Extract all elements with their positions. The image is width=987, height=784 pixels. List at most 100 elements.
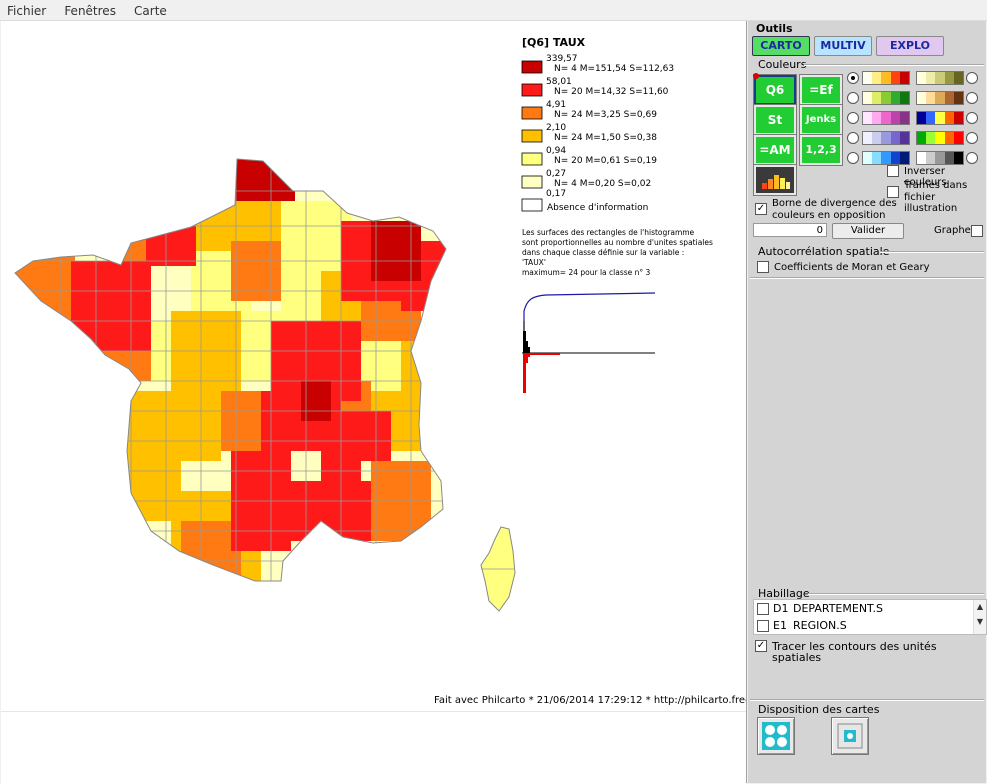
tab-carto[interactable]: CARTO — [752, 36, 810, 56]
scroll-down-icon[interactable]: ▼ — [974, 617, 986, 626]
graphe-checkbox[interactable] — [971, 225, 983, 237]
palette-swatch — [953, 152, 964, 164]
color-palette[interactable] — [862, 71, 910, 85]
palette-swatch — [953, 132, 964, 144]
moran-label: Coefficients de Moran et Geary — [774, 262, 930, 273]
histogram-icon — [762, 175, 790, 189]
contours-checkbox[interactable]: ✓ — [755, 640, 767, 652]
legend-swatch-4 — [521, 129, 543, 143]
palette-swatch — [944, 112, 954, 124]
four-maps-icon — [762, 722, 790, 750]
tools-panel: Outils CARTO MULTIV EXPLO Couleurs Q6 =E… — [748, 21, 987, 783]
method-std-button[interactable]: St — [753, 104, 797, 136]
color-palette[interactable] — [916, 91, 964, 105]
legend-stats-6: N= 4 M=0,20 S=0,02 — [554, 179, 651, 189]
histogram-graph — [522, 292, 656, 393]
palette-radio-5[interactable] — [847, 152, 859, 164]
menu-carte[interactable]: Carte — [127, 1, 173, 18]
color-palette[interactable] — [862, 91, 910, 105]
graphe-label: Graphe — [934, 225, 971, 236]
palette-swatch — [926, 92, 936, 104]
note-line-3: dans chaque classe définie sur la variab… — [522, 248, 684, 257]
note-line-1: Les surfaces des rectangles de l'histogr… — [522, 228, 695, 237]
palette-swatch — [872, 72, 882, 84]
method-manual-button[interactable]: 1,2,3 — [799, 134, 843, 166]
method-jenks-button[interactable]: Jenks — [799, 104, 843, 136]
legend-swatch-3 — [521, 106, 543, 120]
palette-swatch — [926, 112, 936, 124]
color-palette[interactable] — [916, 131, 964, 145]
legend-upper-2: 58,01 — [546, 77, 572, 87]
color-palette[interactable] — [916, 111, 964, 125]
color-palette[interactable] — [916, 71, 964, 85]
legend-swatch-missing — [521, 198, 543, 212]
footer-credit: Fait avec Philcarto * 21/06/2014 17:29:1… — [434, 695, 746, 706]
method-q6-button[interactable]: Q6 — [753, 74, 797, 106]
palette-swatch — [944, 132, 954, 144]
palette-swatch — [953, 112, 964, 124]
histogram-icon-button[interactable] — [753, 164, 797, 196]
palette-swatch — [863, 112, 873, 124]
color-palette[interactable] — [916, 151, 964, 165]
palette-swatch — [872, 132, 882, 144]
menu-fichier[interactable]: Fichier — [0, 1, 52, 18]
legend-upper-6: 0,27 — [546, 169, 566, 179]
layer-list-scrollbar[interactable]: ▲ ▼ — [973, 600, 986, 634]
menu-fenetres[interactable]: Fenêtres — [57, 1, 122, 18]
method-equal-freq-button[interactable]: =Ef — [799, 74, 843, 106]
contours-label: Tracer les contours des unités spatiales — [772, 640, 937, 664]
legend-upper-1: 339,57 — [546, 54, 578, 64]
borne-value-input[interactable]: 0 — [753, 223, 827, 237]
palette-radio-6[interactable] — [966, 72, 978, 84]
legend-upper-5: 0,94 — [546, 146, 566, 156]
autocorr-title: Autocorrélation spatiale — [758, 245, 890, 258]
layout-single-map-button[interactable] — [831, 717, 869, 755]
legend-stats-2: N= 20 M=14,32 S=11,60 — [554, 87, 669, 97]
palette-radio-2[interactable] — [847, 92, 859, 104]
valider-button[interactable]: Valider — [832, 223, 904, 239]
palette-swatch — [935, 152, 945, 164]
trames-checkbox[interactable] — [887, 186, 899, 198]
note-line-2: sont proportionnelles au nombre d'unites… — [522, 238, 713, 247]
palette-radio-7[interactable] — [966, 92, 978, 104]
borne-checkbox[interactable]: ✓ — [755, 203, 767, 215]
legend-missing: Absence d'information — [547, 203, 648, 213]
layer-row[interactable]: E1 REGION.S — [754, 617, 974, 634]
layer-checkbox[interactable] — [757, 603, 769, 615]
palette-swatch — [935, 112, 945, 124]
map-window: [Q6] TAUX 339,57 N= 4 M=151,54 S=112,63 … — [1, 21, 747, 784]
palette-radio-9[interactable] — [966, 132, 978, 144]
borne-label-1: Borne de divergence des — [772, 198, 897, 209]
legend-swatch-5 — [521, 152, 543, 166]
palette-radio-10[interactable] — [966, 152, 978, 164]
palette-swatch — [935, 72, 945, 84]
palette-radio-1[interactable] — [847, 72, 859, 84]
couleurs-title: Couleurs — [758, 58, 807, 71]
legend-stats-3: N= 24 M=3,25 S=0,69 — [554, 110, 657, 120]
scroll-up-icon[interactable]: ▲ — [974, 602, 986, 611]
method-equal-amplitude-button[interactable]: =AM — [753, 134, 797, 166]
color-palette[interactable] — [862, 151, 910, 165]
palette-swatch — [953, 92, 964, 104]
palette-swatch — [863, 92, 873, 104]
palette-swatch — [917, 152, 927, 164]
trames-label-2: fichier illustration — [904, 192, 958, 214]
moran-checkbox[interactable] — [757, 261, 769, 273]
layout-four-maps-button[interactable] — [757, 717, 795, 755]
palette-swatch — [881, 152, 891, 164]
layer-checkbox[interactable] — [757, 620, 769, 632]
palette-radio-4[interactable] — [847, 132, 859, 144]
layer-row[interactable]: D1 DEPARTEMENT.S — [754, 600, 974, 617]
color-palette[interactable] — [862, 111, 910, 125]
outils-title: Outils — [756, 22, 793, 35]
color-palette[interactable] — [862, 131, 910, 145]
tab-explo[interactable]: EXPLO — [876, 36, 944, 56]
palette-radio-8[interactable] — [966, 112, 978, 124]
legend-swatch-2 — [521, 83, 543, 97]
palette-radio-3[interactable] — [847, 112, 859, 124]
inverser-checkbox[interactable] — [887, 165, 899, 177]
tab-multiv[interactable]: MULTIV — [814, 36, 872, 56]
palette-swatch — [881, 112, 891, 124]
legend-min: 0,17 — [546, 189, 566, 199]
legend-swatch-1 — [521, 60, 543, 74]
